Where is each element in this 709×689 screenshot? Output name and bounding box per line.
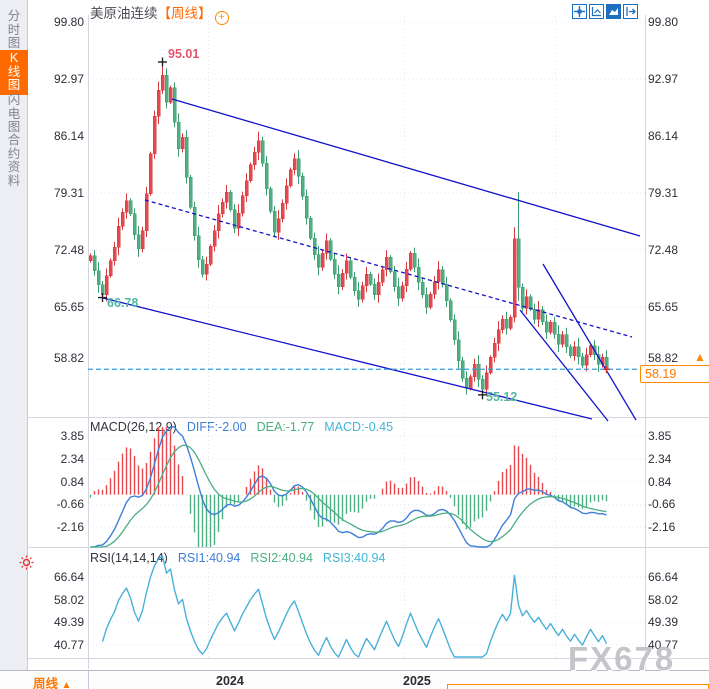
chart-window: 分时图 K线图 闪电图 合约资料 美原油连续【周线】+ 99.80 — [0, 0, 709, 689]
main-chart-canvas[interactable] — [0, 0, 709, 689]
left-low-price-label: 66.78 — [107, 296, 138, 310]
watermark: FX678 — [568, 640, 675, 678]
low-price-label: 55.12 — [486, 390, 517, 404]
last-price-box: 58.19 — [640, 365, 709, 383]
price-up-arrow-icon: ▲ — [694, 350, 706, 364]
high-price-label: 95.01 — [168, 47, 199, 61]
sun-icon[interactable] — [19, 555, 34, 570]
